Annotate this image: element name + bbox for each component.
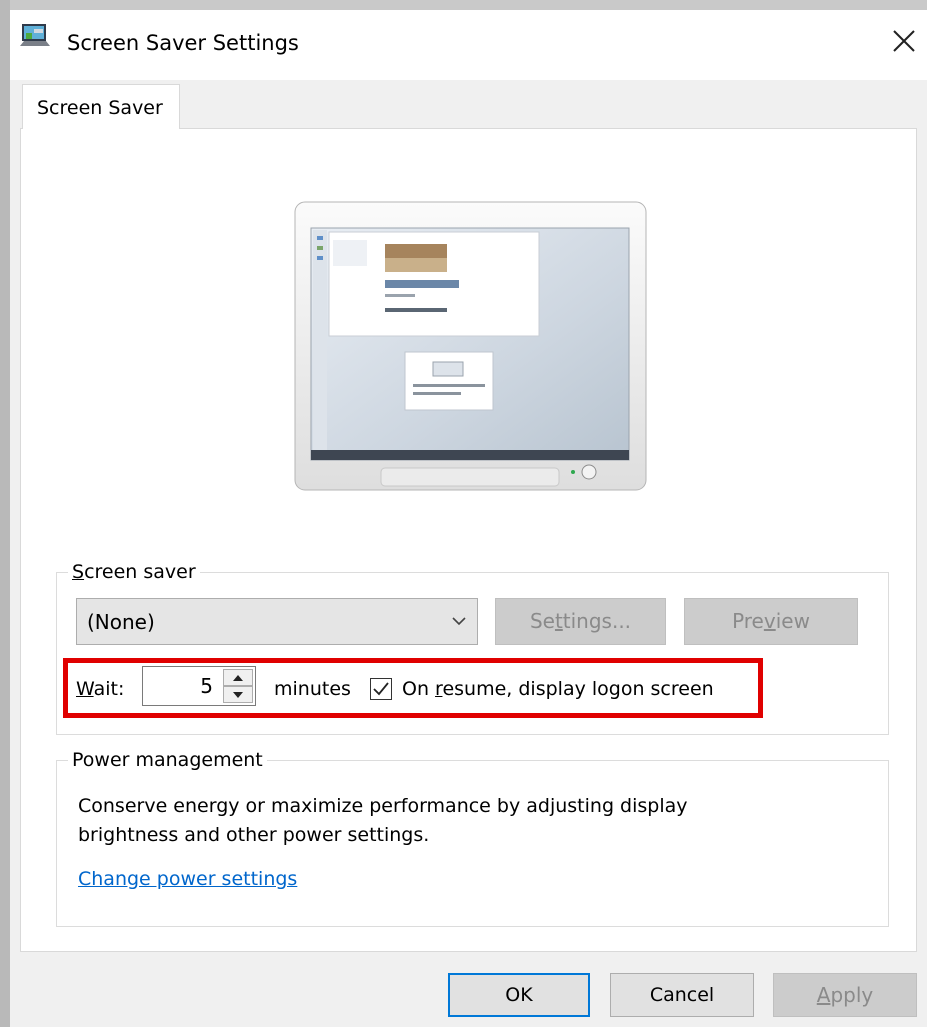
settings-button[interactable]: Settings...	[495, 598, 666, 645]
chevron-down-icon	[451, 611, 467, 631]
close-icon[interactable]	[886, 23, 922, 59]
window-border-top	[0, 0, 927, 10]
resume-checkbox[interactable]	[370, 678, 392, 700]
power-description: Conserve energy or maximize performance …	[78, 792, 778, 850]
power-management-group-label: Power management	[68, 748, 267, 772]
tab-label: Screen Saver	[37, 97, 163, 119]
spin-up-icon[interactable]	[223, 669, 253, 686]
window-border-left	[0, 0, 10, 1027]
spin-down-icon[interactable]	[223, 686, 253, 703]
dropdown-value: (None)	[87, 610, 155, 634]
power-description-line1: Conserve energy or maximize performance …	[78, 795, 688, 817]
wait-label: Wait:	[76, 678, 125, 700]
minutes-label: minutes	[274, 678, 351, 700]
window-title: Screen Saver Settings	[67, 31, 299, 55]
power-description-line2: brightness and other power settings.	[78, 824, 430, 846]
monitor-preview	[293, 200, 648, 492]
screensaver-app-icon	[20, 22, 52, 48]
screen-saver-dropdown[interactable]: (None)	[76, 598, 478, 645]
change-power-settings-link[interactable]: Change power settings	[78, 867, 297, 891]
resume-checkbox-label[interactable]: On resume, display logon screen	[402, 677, 714, 701]
preview-button[interactable]: Preview	[684, 598, 858, 645]
apply-button[interactable]: Apply	[773, 973, 917, 1017]
screen-saver-group-label: Screen saver	[68, 560, 200, 584]
cancel-button[interactable]: Cancel	[610, 973, 754, 1017]
spinner	[223, 669, 253, 703]
wait-minutes-input[interactable]: 5	[142, 666, 256, 706]
tab-screen-saver[interactable]: Screen Saver	[22, 84, 180, 129]
ok-button[interactable]: OK	[448, 973, 590, 1017]
wait-value: 5	[200, 674, 213, 698]
checkmark-icon	[373, 682, 389, 696]
